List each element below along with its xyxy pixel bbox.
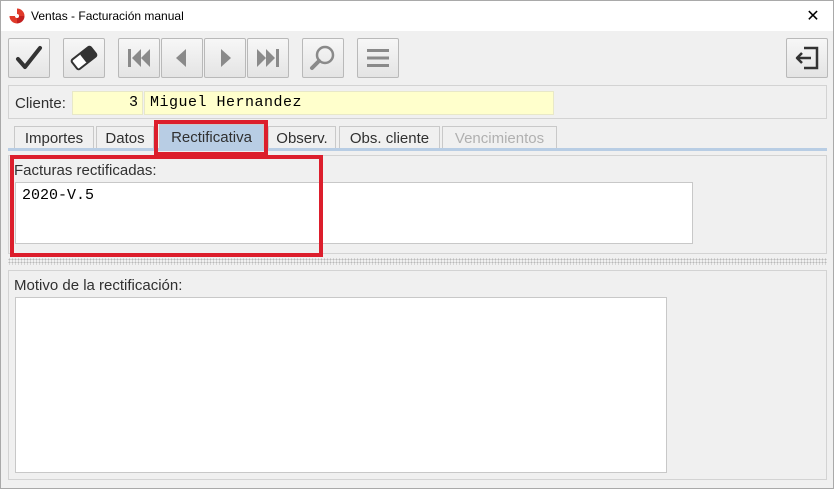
app-logo-icon (9, 8, 25, 24)
exit-door-icon (795, 46, 819, 70)
toolbar (1, 31, 833, 85)
invoice-window: Ventas - Facturación manual ✕ Cliente: 3… (0, 0, 834, 489)
tab-vencimientos: Vencimientos (442, 126, 557, 149)
close-icon: ✕ (806, 8, 820, 25)
exit-button[interactable] (786, 38, 828, 78)
reason-panel: Motivo de la rectificación: (8, 270, 827, 480)
first-record-button[interactable] (118, 38, 160, 78)
client-name-field[interactable]: Miguel Hernandez (144, 91, 554, 115)
rectified-invoices-panel: Facturas rectificadas: 2020-V.5 (8, 155, 827, 254)
reason-label: Motivo de la rectificación: (14, 277, 183, 294)
rectified-invoices-field[interactable]: 2020-V.5 (15, 182, 693, 244)
client-number-field[interactable]: 3 (72, 91, 143, 115)
accept-button[interactable] (8, 38, 50, 78)
skip-last-icon (257, 49, 279, 67)
rectified-invoices-label: Facturas rectificadas: (14, 162, 157, 179)
clear-button[interactable] (63, 38, 105, 78)
panel-splitter[interactable] (8, 258, 827, 265)
check-icon (16, 46, 42, 69)
search-button[interactable] (302, 38, 344, 78)
triangle-right-icon (221, 49, 231, 67)
tab-rectificativa[interactable]: Rectificativa (159, 124, 264, 150)
reason-field[interactable] (15, 297, 667, 473)
client-label: Cliente: (15, 95, 66, 112)
close-button[interactable]: ✕ (793, 1, 833, 31)
eraser-icon (70, 45, 98, 71)
tab-importes[interactable]: Importes (14, 126, 94, 149)
tab-observ[interactable]: Observ. (268, 126, 336, 149)
skip-first-icon (128, 49, 150, 67)
title-bar: Ventas - Facturación manual ✕ (1, 1, 833, 31)
hamburger-menu-icon (367, 49, 389, 67)
tab-datos[interactable]: Datos (96, 126, 154, 149)
menu-button[interactable] (357, 38, 399, 78)
last-record-button[interactable] (247, 38, 289, 78)
client-panel: Cliente: 3 Miguel Hernandez (8, 85, 827, 119)
window-title: Ventas - Facturación manual (31, 9, 184, 23)
tab-divider (8, 148, 827, 151)
magnifier-icon (310, 45, 335, 70)
tab-obs-cliente[interactable]: Obs. cliente (339, 126, 440, 149)
previous-record-button[interactable] (161, 38, 203, 78)
triangle-left-icon (176, 49, 186, 67)
next-record-button[interactable] (204, 38, 246, 78)
